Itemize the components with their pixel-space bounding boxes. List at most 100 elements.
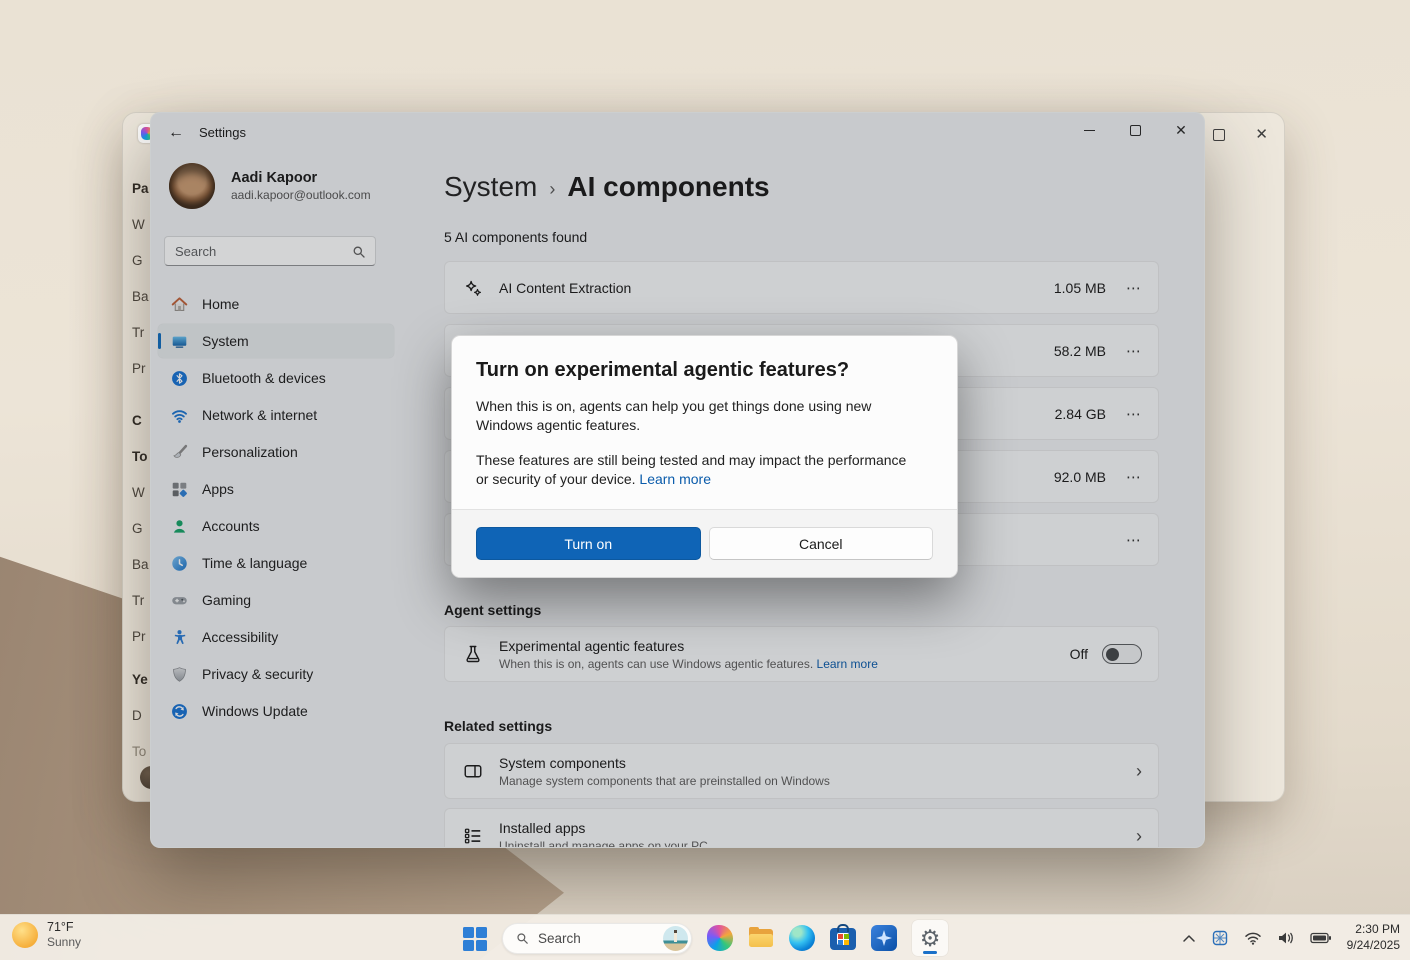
chevron-right-icon: › [1136, 826, 1142, 847]
taskbar-clock[interactable]: 2:30 PM 9/24/2025 [1347, 922, 1400, 953]
file-explorer-icon[interactable] [748, 925, 774, 951]
background-window-controls: ✕ [1213, 127, 1268, 142]
copilot-icon[interactable] [707, 925, 733, 951]
edge-text-fragment: W [132, 207, 152, 243]
sidebar-item-icon [171, 407, 188, 424]
sidebar-item-icon [171, 333, 188, 350]
related-setting-title: System components [499, 755, 1136, 771]
back-button[interactable]: ← [161, 118, 191, 148]
edge-icon[interactable] [789, 925, 815, 951]
sidebar-item[interactable]: Privacy & security [158, 657, 394, 691]
start-button-icon[interactable] [462, 926, 487, 951]
agentic-features-subtitle: When this is on, agents can use Windows … [499, 657, 813, 671]
sidebar-item-label: Time & language [202, 555, 307, 571]
more-options-icon[interactable]: ⋯ [1126, 279, 1142, 297]
sidebar-item[interactable]: Windows Update [158, 694, 394, 728]
sidebar-item[interactable]: Gaming [158, 583, 394, 617]
sidebar-item-icon [171, 555, 188, 572]
settings-search [164, 236, 376, 266]
edge-text-fragment: Pr [132, 619, 152, 655]
edge-text-fragment: Tr [132, 583, 152, 619]
component-size: 58.2 MB [1054, 343, 1106, 359]
breadcrumb: System › AI components [444, 171, 1166, 203]
agentic-features-toggle[interactable] [1102, 644, 1142, 664]
sidebar-item-label: Apps [202, 481, 234, 497]
edge-text-fragment: Pr [132, 351, 152, 387]
chevron-up-icon[interactable] [1182, 934, 1196, 943]
desktop: ✕ Pa W G Ba Tr Pr C To W G [0, 0, 1410, 960]
profile[interactable]: Aadi Kapoor aadi.kapoor@outlook.com [169, 163, 401, 209]
related-setting-title: Installed apps [499, 820, 1136, 836]
sidebar-item-label: Bluetooth & devices [202, 370, 326, 386]
window-controls: ✕ [1066, 113, 1204, 147]
sidebar-item[interactable]: Accounts [158, 509, 394, 543]
weather-widget[interactable]: 71°F Sunny [12, 920, 81, 949]
component-name: AI Content Extraction [499, 280, 1054, 296]
sidebar-item-icon [171, 444, 188, 461]
sidebar-item[interactable]: Home [158, 287, 394, 321]
taskbar-search-placeholder: Search [538, 931, 655, 946]
sidebar-item[interactable]: Bluetooth & devices [158, 361, 394, 395]
titlebar: ← Settings ✕ [151, 113, 1204, 153]
search-icon [351, 244, 367, 260]
microsoft-store-icon[interactable] [830, 928, 856, 950]
related-setting-row[interactable]: System components Manage system componen… [444, 743, 1159, 799]
more-options-icon[interactable]: ⋯ [1126, 531, 1142, 549]
result-count: 5 AI components found [444, 229, 1159, 245]
weather-temp: 71°F [47, 920, 81, 934]
related-setting-subtitle: Uninstall and manage apps on your PC [499, 839, 1136, 849]
related-setting-icon [463, 826, 483, 846]
3d-box-icon[interactable] [1211, 929, 1229, 947]
sidebar-item-icon [171, 703, 188, 720]
sidebar-item-icon [171, 629, 188, 646]
beaker-icon [463, 644, 483, 664]
edge-text-fragment: C [132, 403, 152, 439]
learn-more-link[interactable]: Learn more [817, 657, 878, 671]
component-row[interactable]: AI Content Extraction 1.05 MB ⋯ [444, 261, 1159, 314]
sidebar-item[interactable]: System [158, 324, 394, 358]
turn-on-button[interactable]: Turn on [476, 527, 701, 560]
volume-icon[interactable] [1277, 931, 1295, 945]
search-input[interactable] [165, 237, 375, 265]
cancel-button[interactable]: Cancel [709, 527, 934, 560]
breadcrumb-separator-icon: › [549, 179, 555, 200]
sidebar-item[interactable]: Time & language [158, 546, 394, 580]
sidebar-item-label: Personalization [202, 444, 298, 460]
sidebar-item[interactable]: Accessibility [158, 620, 394, 654]
more-options-icon[interactable]: ⋯ [1126, 405, 1142, 423]
sidebar-item-icon [171, 592, 188, 609]
dialog-paragraph-1: When this is on, agents can help you get… [476, 397, 916, 436]
taskbar-center: Search ⚙ [462, 915, 948, 960]
related-setting-subtitle: Manage system components that are preins… [499, 774, 1136, 788]
sidebar-item-icon [171, 666, 188, 683]
more-options-icon[interactable]: ⋯ [1126, 468, 1142, 486]
edge-text-fragment: Pa [132, 171, 152, 207]
related-setting-row[interactable]: Installed apps Uninstall and manage apps… [444, 808, 1159, 848]
maximize-icon[interactable] [1213, 129, 1225, 141]
wifi-icon[interactable] [1244, 931, 1262, 945]
edge-text-fragment: To [132, 734, 152, 770]
edge-text-fragment: To [132, 439, 152, 475]
more-options-icon[interactable]: ⋯ [1126, 342, 1142, 360]
m365-copilot-icon[interactable] [871, 925, 897, 951]
sidebar-item[interactable]: Apps [158, 472, 394, 506]
close-icon[interactable]: ✕ [1255, 127, 1268, 142]
toggle-knob [1106, 648, 1119, 661]
component-size: 92.0 MB [1054, 469, 1106, 485]
battery-icon[interactable] [1310, 932, 1332, 944]
sidebar-item[interactable]: Network & internet [158, 398, 394, 432]
sidebar-item-icon [171, 518, 188, 535]
breadcrumb-parent[interactable]: System [444, 171, 537, 203]
taskbar-search[interactable]: Search [502, 923, 692, 954]
search-icon [515, 931, 530, 946]
dialog-learn-more-link[interactable]: Learn more [639, 471, 711, 487]
minimize-button[interactable] [1066, 113, 1112, 147]
maximize-icon [1130, 125, 1141, 136]
settings-app-icon[interactable]: ⚙ [912, 920, 948, 956]
sidebar-item-label: Windows Update [202, 703, 308, 719]
sidebar-item[interactable]: Personalization [158, 435, 394, 469]
close-button[interactable]: ✕ [1158, 113, 1204, 147]
maximize-button[interactable] [1112, 113, 1158, 147]
edge-text-fragment: G [132, 511, 152, 547]
agent-settings-header: Agent settings [444, 602, 1166, 618]
